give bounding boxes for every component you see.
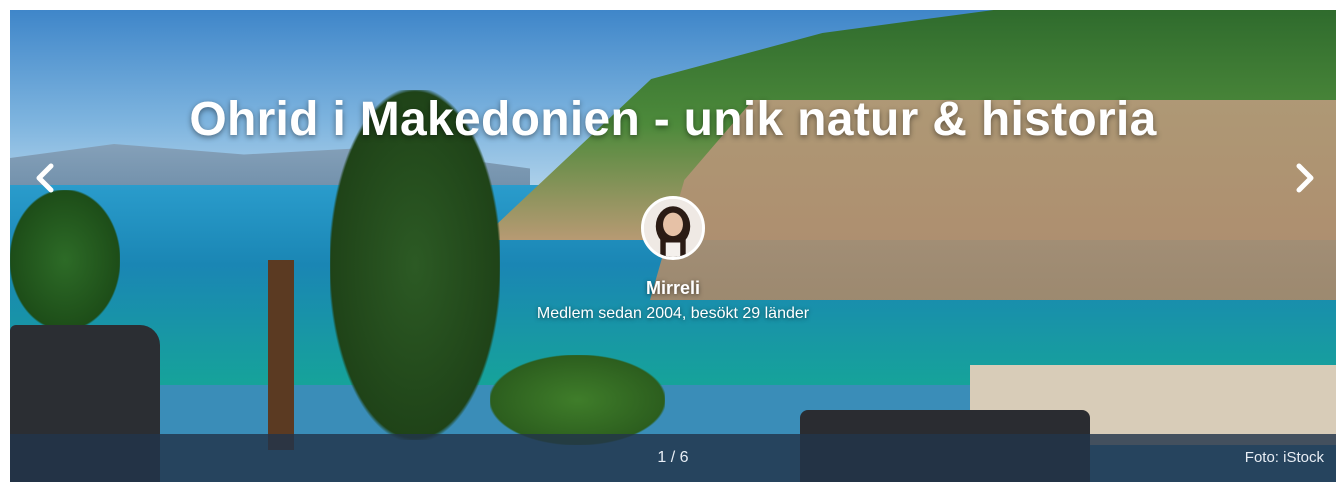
photo-credit: Foto: iStock [1244, 449, 1324, 466]
avatar[interactable] [641, 196, 705, 260]
author-info: Mirreli Medlem sedan 2004, besökt 29 län… [10, 196, 1336, 323]
slide-counter: 1 / 6 [657, 449, 689, 466]
chevron-right-icon [1296, 163, 1314, 193]
chevron-left-icon [36, 163, 54, 193]
caption-bar: 1 / 6 Foto: iStock [10, 434, 1336, 482]
author-membership: Medlem sedan 2004, besökt 29 länder [536, 305, 810, 322]
author-name[interactable]: Mirreli [10, 278, 1336, 299]
hero-title: Ohrid i Makedonien - unik natur & histor… [189, 93, 1157, 146]
prev-slide-button[interactable] [28, 158, 62, 198]
hero-carousel: Ohrid i Makedonien - unik natur & histor… [10, 10, 1336, 482]
next-slide-button[interactable] [1288, 158, 1322, 198]
